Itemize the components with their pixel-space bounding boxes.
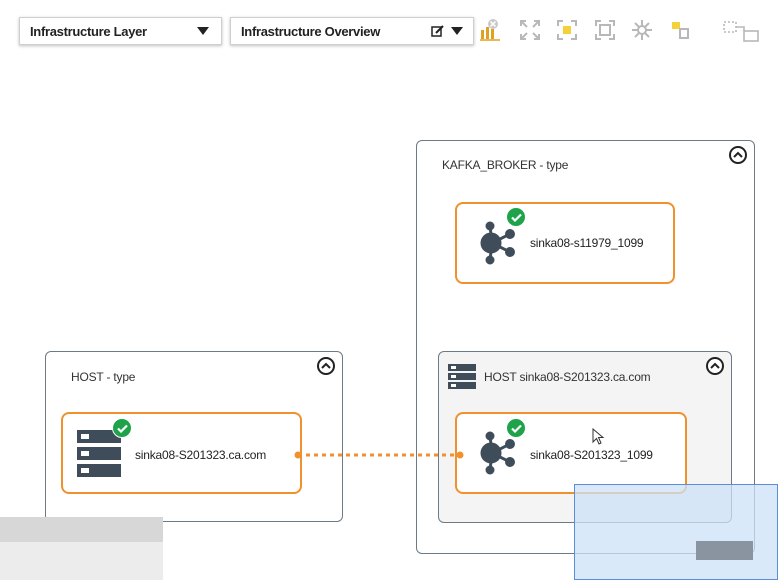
kafka-broker-node-label: sinka08-s11979_1099 <box>530 236 644 250</box>
zoom-selection-icon[interactable] <box>555 18 579 42</box>
kafka-broker-group-title: KAFKA_BROKER - type <box>442 158 569 172</box>
side-panel-stub <box>0 517 163 580</box>
status-ok-icon <box>506 207 526 227</box>
edit-icon[interactable] <box>431 24 445 38</box>
layer-dropdown-label: Infrastructure Layer <box>30 23 147 39</box>
side-panel-header <box>0 517 163 542</box>
group-icon[interactable] <box>722 18 772 42</box>
view-dropdown[interactable]: Infrastructure Overview <box>230 17 474 45</box>
overview-minimap[interactable] <box>574 484 778 580</box>
collapse-icon[interactable] <box>317 357 335 375</box>
chart-filter-icon[interactable] <box>478 18 502 42</box>
server-icon <box>448 364 476 389</box>
zoom-fit-icon[interactable] <box>593 18 617 42</box>
connection-edge[interactable] <box>294 448 464 462</box>
chevron-down-icon <box>197 27 209 35</box>
kafka-instance-node-label: sinka08-S201323_1099 <box>530 448 653 462</box>
status-ok-icon <box>506 418 526 438</box>
layout-icon[interactable] <box>630 18 654 42</box>
status-ok-icon <box>112 418 132 438</box>
collapse-icon[interactable] <box>729 146 747 164</box>
host-type-group-title: HOST - type <box>71 370 136 384</box>
chevron-down-icon <box>451 27 463 35</box>
host-server-node-label: sinka08-S201323.ca.com <box>135 448 267 462</box>
view-dropdown-label: Infrastructure Overview <box>241 23 381 39</box>
host-inner-group-title: HOST sinka08-S201323.ca.com <box>484 370 651 384</box>
overview-viewport-handle[interactable] <box>696 541 753 560</box>
move-icon[interactable] <box>668 18 692 42</box>
layer-dropdown[interactable]: Infrastructure Layer <box>19 17 222 45</box>
mouse-cursor-icon <box>592 428 605 445</box>
fit-icon[interactable] <box>518 18 542 42</box>
collapse-icon[interactable] <box>706 357 724 375</box>
